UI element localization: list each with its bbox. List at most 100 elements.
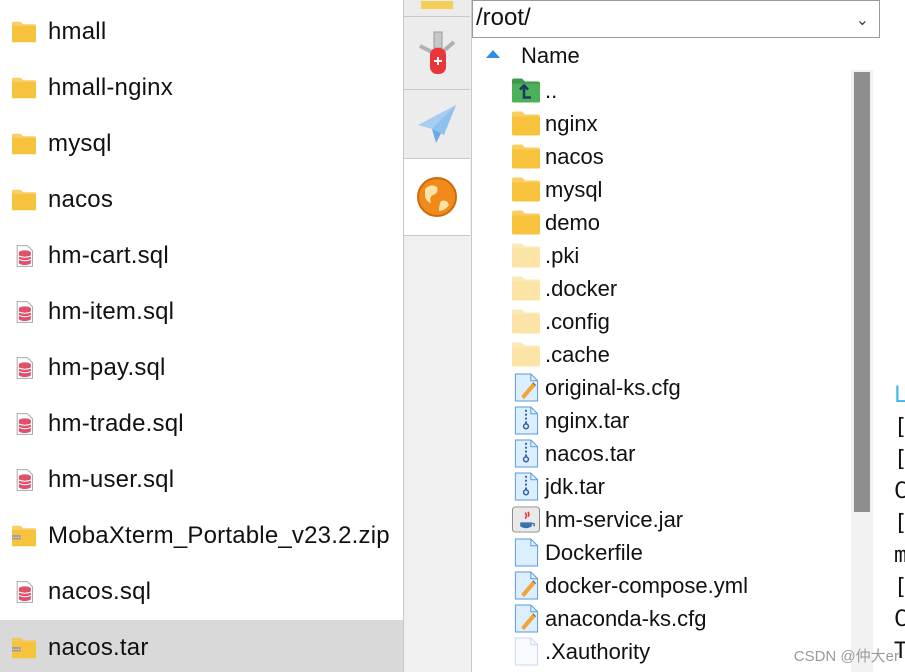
local-file-icon [10,76,38,100]
remote-file-row[interactable]: nginx [472,107,852,140]
local-file-icon [10,636,38,660]
remote-file-row[interactable]: nacos.tar [472,437,852,470]
local-file-row[interactable]: hm-trade.sql [0,396,403,452]
remote-file-icon [510,637,542,666]
remote-file-name: .docker [545,276,618,301]
watermark: CSDN @仲大er [793,648,899,665]
local-file-row[interactable]: hm-item.sql [0,284,403,340]
remote-file-icon [510,274,542,303]
local-file-row[interactable]: hm-user.sql [0,452,403,508]
remote-file-icon [510,307,542,336]
local-file-icon [10,20,38,44]
globe-icon [417,177,457,217]
local-file-row[interactable]: mysql [0,116,403,172]
sql-file-icon [16,581,33,603]
local-file-row[interactable]: MobaXterm_Portable_v23.2.zip [0,508,403,564]
blank-file-icon [514,637,539,666]
remote-file-name: .. [545,78,558,103]
remote-file-icon [510,472,542,501]
remote-file-row[interactable]: .cache [472,338,852,371]
local-file-name: MobaXterm_Portable_v23.2.zip [48,522,390,549]
remote-file-name: nacos [545,144,604,169]
local-file-icon [10,300,38,324]
remote-file-name: mysql [545,177,603,202]
remote-file-icon [510,340,542,369]
tab-sessions[interactable] [404,159,470,236]
column-header-name[interactable]: Name [472,40,852,72]
local-file-name: hmall [48,18,107,45]
path-text: /root/ [476,4,531,31]
remote-file-row[interactable]: .. [472,74,852,107]
local-file-row[interactable]: hmall [0,4,403,60]
local-file-row[interactable]: hmall-nginx [0,60,403,116]
remote-file-name: original-ks.cfg [545,375,681,400]
remote-file-row[interactable]: original-ks.cfg [472,371,852,404]
terminal-char: [ [894,415,905,440]
tab-partial-top[interactable] [404,0,470,17]
local-file-row[interactable]: nacos.sql [0,564,403,620]
remote-file-icon [510,439,542,468]
remote-file-icon [510,109,542,138]
folder-icon [12,189,36,211]
terminal-char: L [894,383,905,408]
local-file-name: hm-user.sql [48,466,175,493]
folder-icon [512,111,540,136]
side-tab-strip [403,0,472,672]
remote-file-name: jdk.tar [545,474,605,499]
chevron-down-icon[interactable]: ⌄ [856,10,869,30]
remote-file-row[interactable]: hm-service.jar [472,503,852,536]
path-dropdown[interactable]: /root/ ⌄ [472,0,880,38]
terminal-pane[interactable]: L[[C[m[CT [880,0,905,672]
remote-file-name: Dockerfile [545,540,643,565]
hidden-folder-icon [512,276,540,301]
java-jar-icon [511,506,541,533]
paper-plane-icon [418,105,456,143]
local-file-row[interactable]: nacos [0,172,403,228]
remote-file-name: docker-compose.yml [545,573,748,598]
hidden-folder-icon [512,342,540,367]
tab-send[interactable] [404,90,470,159]
local-file-icon [10,244,38,268]
remote-file-row[interactable]: Dockerfile [472,536,852,569]
remote-file-row[interactable]: mysql [472,173,852,206]
remote-file-row[interactable]: nacos [472,140,852,173]
remote-file-name: demo [545,210,601,235]
local-file-name: hm-cart.sql [48,242,169,269]
remote-file-row[interactable]: nginx.tar [472,404,852,437]
remote-file-row[interactable]: .config [472,305,852,338]
terminal-char: [ [894,511,905,536]
remote-file-icon [510,373,542,402]
local-file-name: hm-item.sql [48,298,175,325]
remote-file-row[interactable]: demo [472,206,852,239]
tab-tools[interactable] [404,17,470,90]
remote-file-icon [510,406,542,435]
scrollbar-thumb[interactable] [854,72,870,512]
archive-file-icon [514,472,539,501]
remote-file-name: nacos.tar [545,441,636,466]
remote-file-name: .config [545,309,610,334]
remote-file-row[interactable]: .pki [472,239,852,272]
local-file-name: hm-pay.sql [48,354,166,381]
remote-file-row[interactable]: docker-compose.yml [472,569,852,602]
archive-file-icon [514,406,539,435]
sort-ascending-icon [486,50,500,58]
terminal-char: C [894,607,905,632]
vertical-scrollbar[interactable] [851,70,873,672]
remote-file-name: .Xauthority [545,639,651,664]
local-file-row[interactable]: hm-pay.sql [0,340,403,396]
sql-file-icon [16,357,33,379]
local-file-icon [10,468,38,492]
remote-file-browser: /root/ ⌄ Name .. nginx nacos mysql demo … [471,0,881,672]
remote-file-row[interactable]: .docker [472,272,852,305]
remote-file-row[interactable]: anaconda-ks.cfg [472,602,852,635]
sql-file-icon [16,413,33,435]
terminal-char: [ [894,447,905,472]
terminal-char: m [894,543,905,568]
local-file-row[interactable]: hm-cart.sql [0,228,403,284]
remote-file-name: hm-service.jar [545,507,684,532]
remote-file-row[interactable]: jdk.tar [472,470,852,503]
folder-icon [512,144,540,169]
folder-icon [421,1,453,9]
document-icon [514,538,539,567]
local-file-row[interactable]: nacos.tar [0,620,403,672]
